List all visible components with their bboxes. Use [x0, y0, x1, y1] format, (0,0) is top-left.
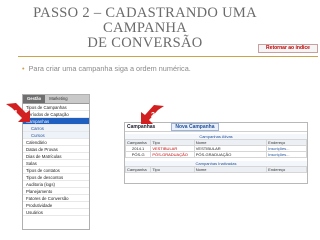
back-to-index-button[interactable]: Retornar ao índice — [258, 44, 318, 53]
slide-title: Passo 2 – Cadastrando uma campanha de co… — [20, 6, 270, 51]
title-divider — [18, 56, 318, 57]
bullet-icon: • — [22, 64, 25, 73]
tab-marketing[interactable]: Marketing — [45, 95, 71, 103]
step-2-number: 2 — [151, 112, 155, 119]
inactive-campaigns-table: Campanha Tipo Nome Endereço — [124, 166, 307, 173]
menu-tabs: Gestão Marketing — [23, 95, 89, 104]
menu-item[interactable]: Carros — [23, 125, 89, 132]
menu-list: Tipos de Campanhas Períodos de Captação Ca… — [23, 104, 89, 216]
new-campaign-button[interactable]: Nova Campanha — [171, 123, 219, 131]
column-header: Nome — [193, 166, 268, 173]
table-row[interactable]: 2014.1 VESTIBULAR VESTIBULAR Inscrições.… — [124, 145, 307, 152]
campaigns-panel-screenshot: Campanhas Nova Campanha Campanhas Ativas… — [124, 122, 308, 184]
table-cell: PÓS-GRADUAÇÃO — [150, 151, 195, 158]
menu-item[interactable]: Campanhas — [23, 118, 89, 125]
menu-item[interactable]: Datas de Provas — [23, 146, 89, 153]
table-cell: PÓS-GRADUAÇÃO — [193, 151, 268, 158]
slide-title-line1: Passo 2 – Cadastrando uma campanha — [33, 5, 257, 36]
table-header-row: Campanha Tipo Nome Endereço — [124, 166, 307, 173]
step-1-arrow-icon: 1 — [6, 103, 30, 122]
menu-item[interactable]: Produtividade — [23, 202, 89, 209]
menu-item[interactable]: Calendário — [23, 139, 89, 146]
instruction-bullet: • Para criar uma campanha siga a ordem nu… — [22, 64, 191, 73]
menu-item[interactable]: Fatores de Conversão — [23, 195, 89, 202]
table-cell-link[interactable]: Inscrições... — [266, 151, 307, 158]
menu-item[interactable]: Usuários — [23, 209, 89, 216]
menu-item[interactable]: Tipos de Campanhas — [23, 104, 89, 111]
active-campaigns-table: Campanha Tipo Nome Endereço 2014.1 VESTI… — [124, 139, 307, 158]
menu-item[interactable]: Cursos — [23, 132, 89, 139]
table-row[interactable]: PÓS-G PÓS-GRADUAÇÃO PÓS-GRADUAÇÃO Inscri… — [124, 151, 307, 158]
step-2-arrow-icon: 2 — [141, 105, 164, 124]
menu-item[interactable]: Dias de Matrículas — [23, 153, 89, 160]
step-1-number: 1 — [14, 110, 18, 117]
slide-title-line2: de conversão — [87, 35, 203, 51]
column-header: Campanha — [124, 166, 152, 173]
menu-item[interactable]: Períodos de Captação — [23, 111, 89, 118]
column-header: Tipo — [150, 166, 195, 173]
column-header: Endereço — [266, 166, 307, 173]
menu-item[interactable]: Planejamento — [23, 188, 89, 195]
menu-item[interactable]: Auditoria (logs) — [23, 181, 89, 188]
instruction-text: Para criar uma campanha siga a ordem num… — [28, 64, 191, 73]
menu-item[interactable]: Tipos de descontos — [23, 174, 89, 181]
menu-item[interactable]: Tipos de contatos — [23, 167, 89, 174]
admin-menu-screenshot: Gestão Marketing Tipos de Campanhas Perío… — [22, 94, 90, 230]
table-cell: PÓS-G — [124, 151, 152, 158]
menu-item[interactable]: Salas — [23, 160, 89, 167]
